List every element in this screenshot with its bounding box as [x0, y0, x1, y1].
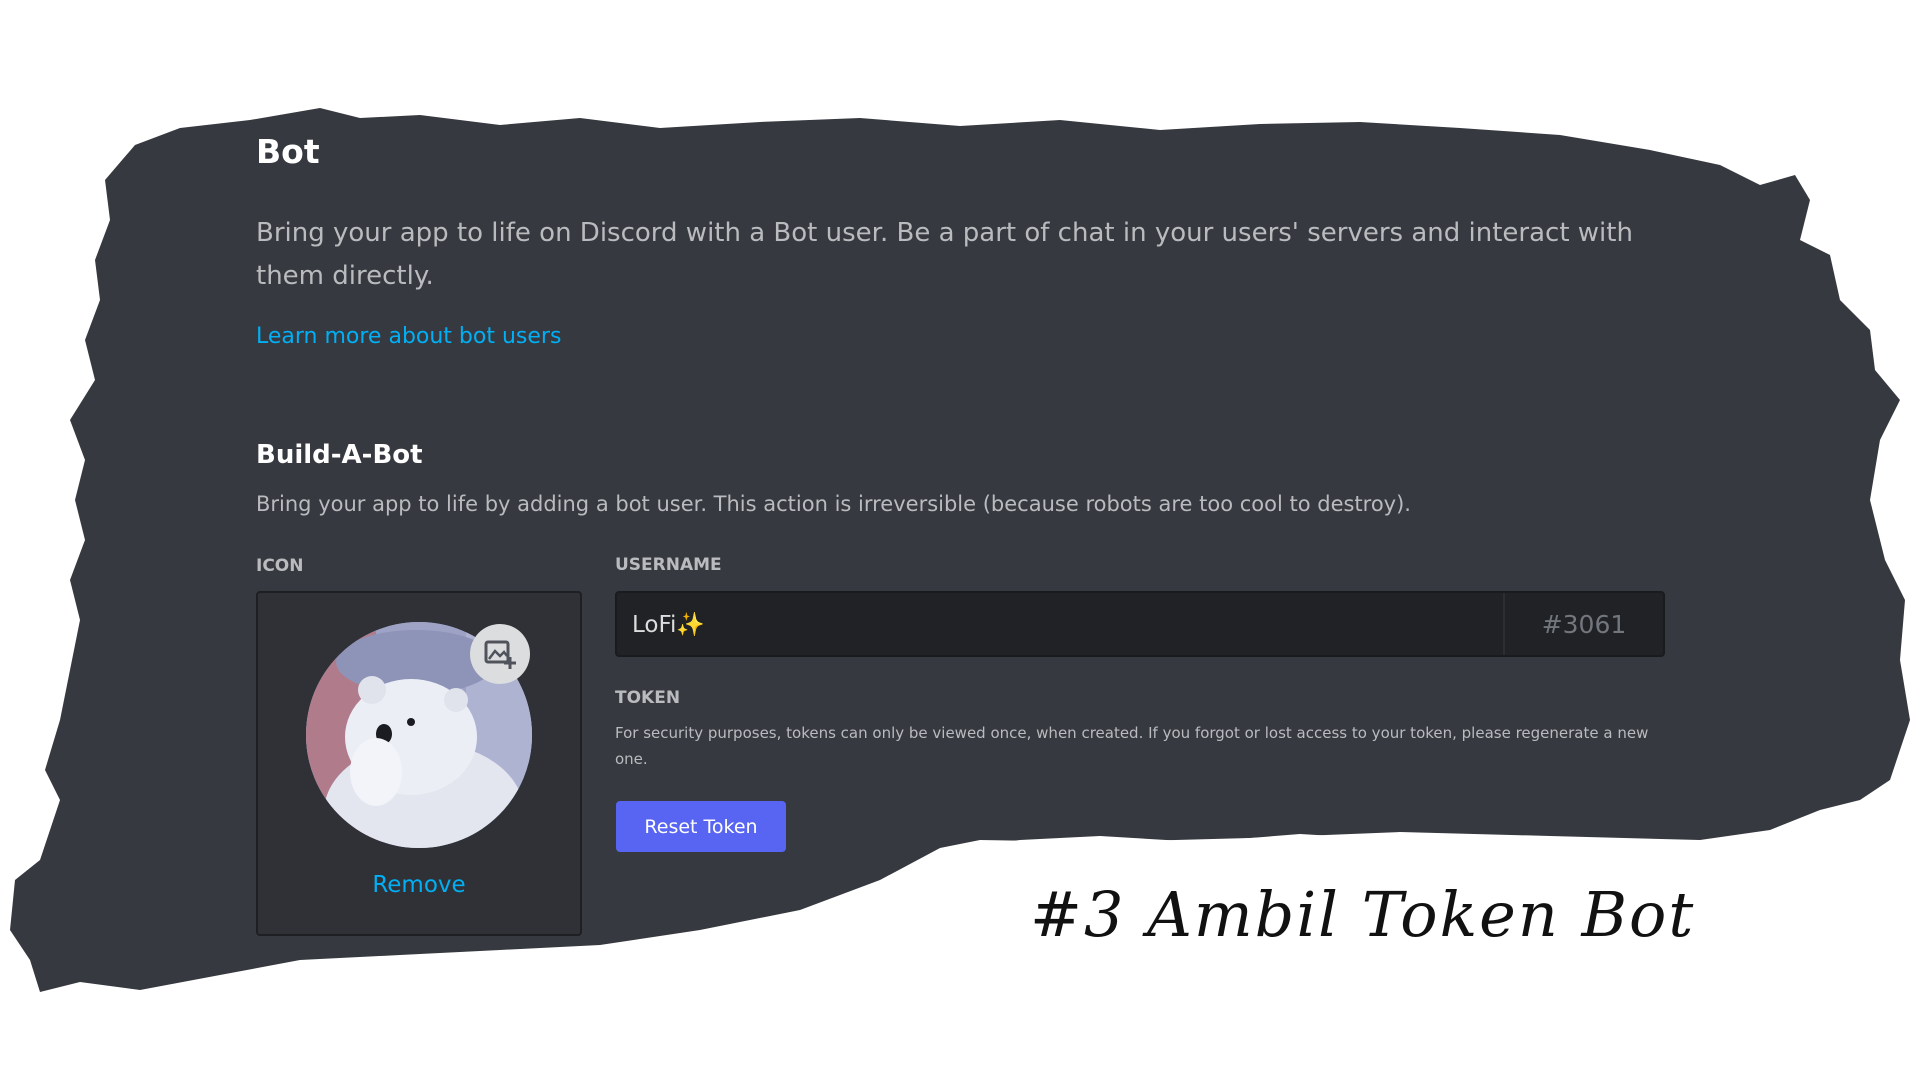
reset-token-button[interactable]: Reset Token — [616, 801, 786, 852]
upload-image-button[interactable] — [470, 624, 530, 684]
remove-icon-link[interactable]: Remove — [256, 872, 582, 898]
username-field[interactable]: LoFi✨ #3061 — [615, 591, 1665, 657]
image-plus-icon — [484, 640, 516, 669]
build-a-bot-heading: Build-A-Bot — [256, 440, 423, 470]
overlay-caption: #3 Ambil Token Bot — [1030, 878, 1696, 951]
icon-label: ICON — [256, 556, 304, 576]
build-a-bot-subtitle: Bring your app to life by adding a bot u… — [256, 492, 1411, 516]
discriminator: #3061 — [1503, 593, 1663, 655]
username-label: USERNAME — [615, 555, 722, 575]
token-description: For security purposes, tokens can only b… — [615, 724, 1649, 768]
page-title: Bot — [256, 132, 320, 171]
username-input[interactable]: LoFi✨ — [617, 611, 1503, 638]
token-label: TOKEN — [615, 688, 681, 708]
learn-more-link[interactable]: Learn more about bot users — [256, 324, 561, 349]
screenshot-canvas: Bot Bring your app to life on Discord wi… — [0, 0, 1920, 1080]
bot-description: Bring your app to life on Discord with a… — [256, 218, 1633, 291]
